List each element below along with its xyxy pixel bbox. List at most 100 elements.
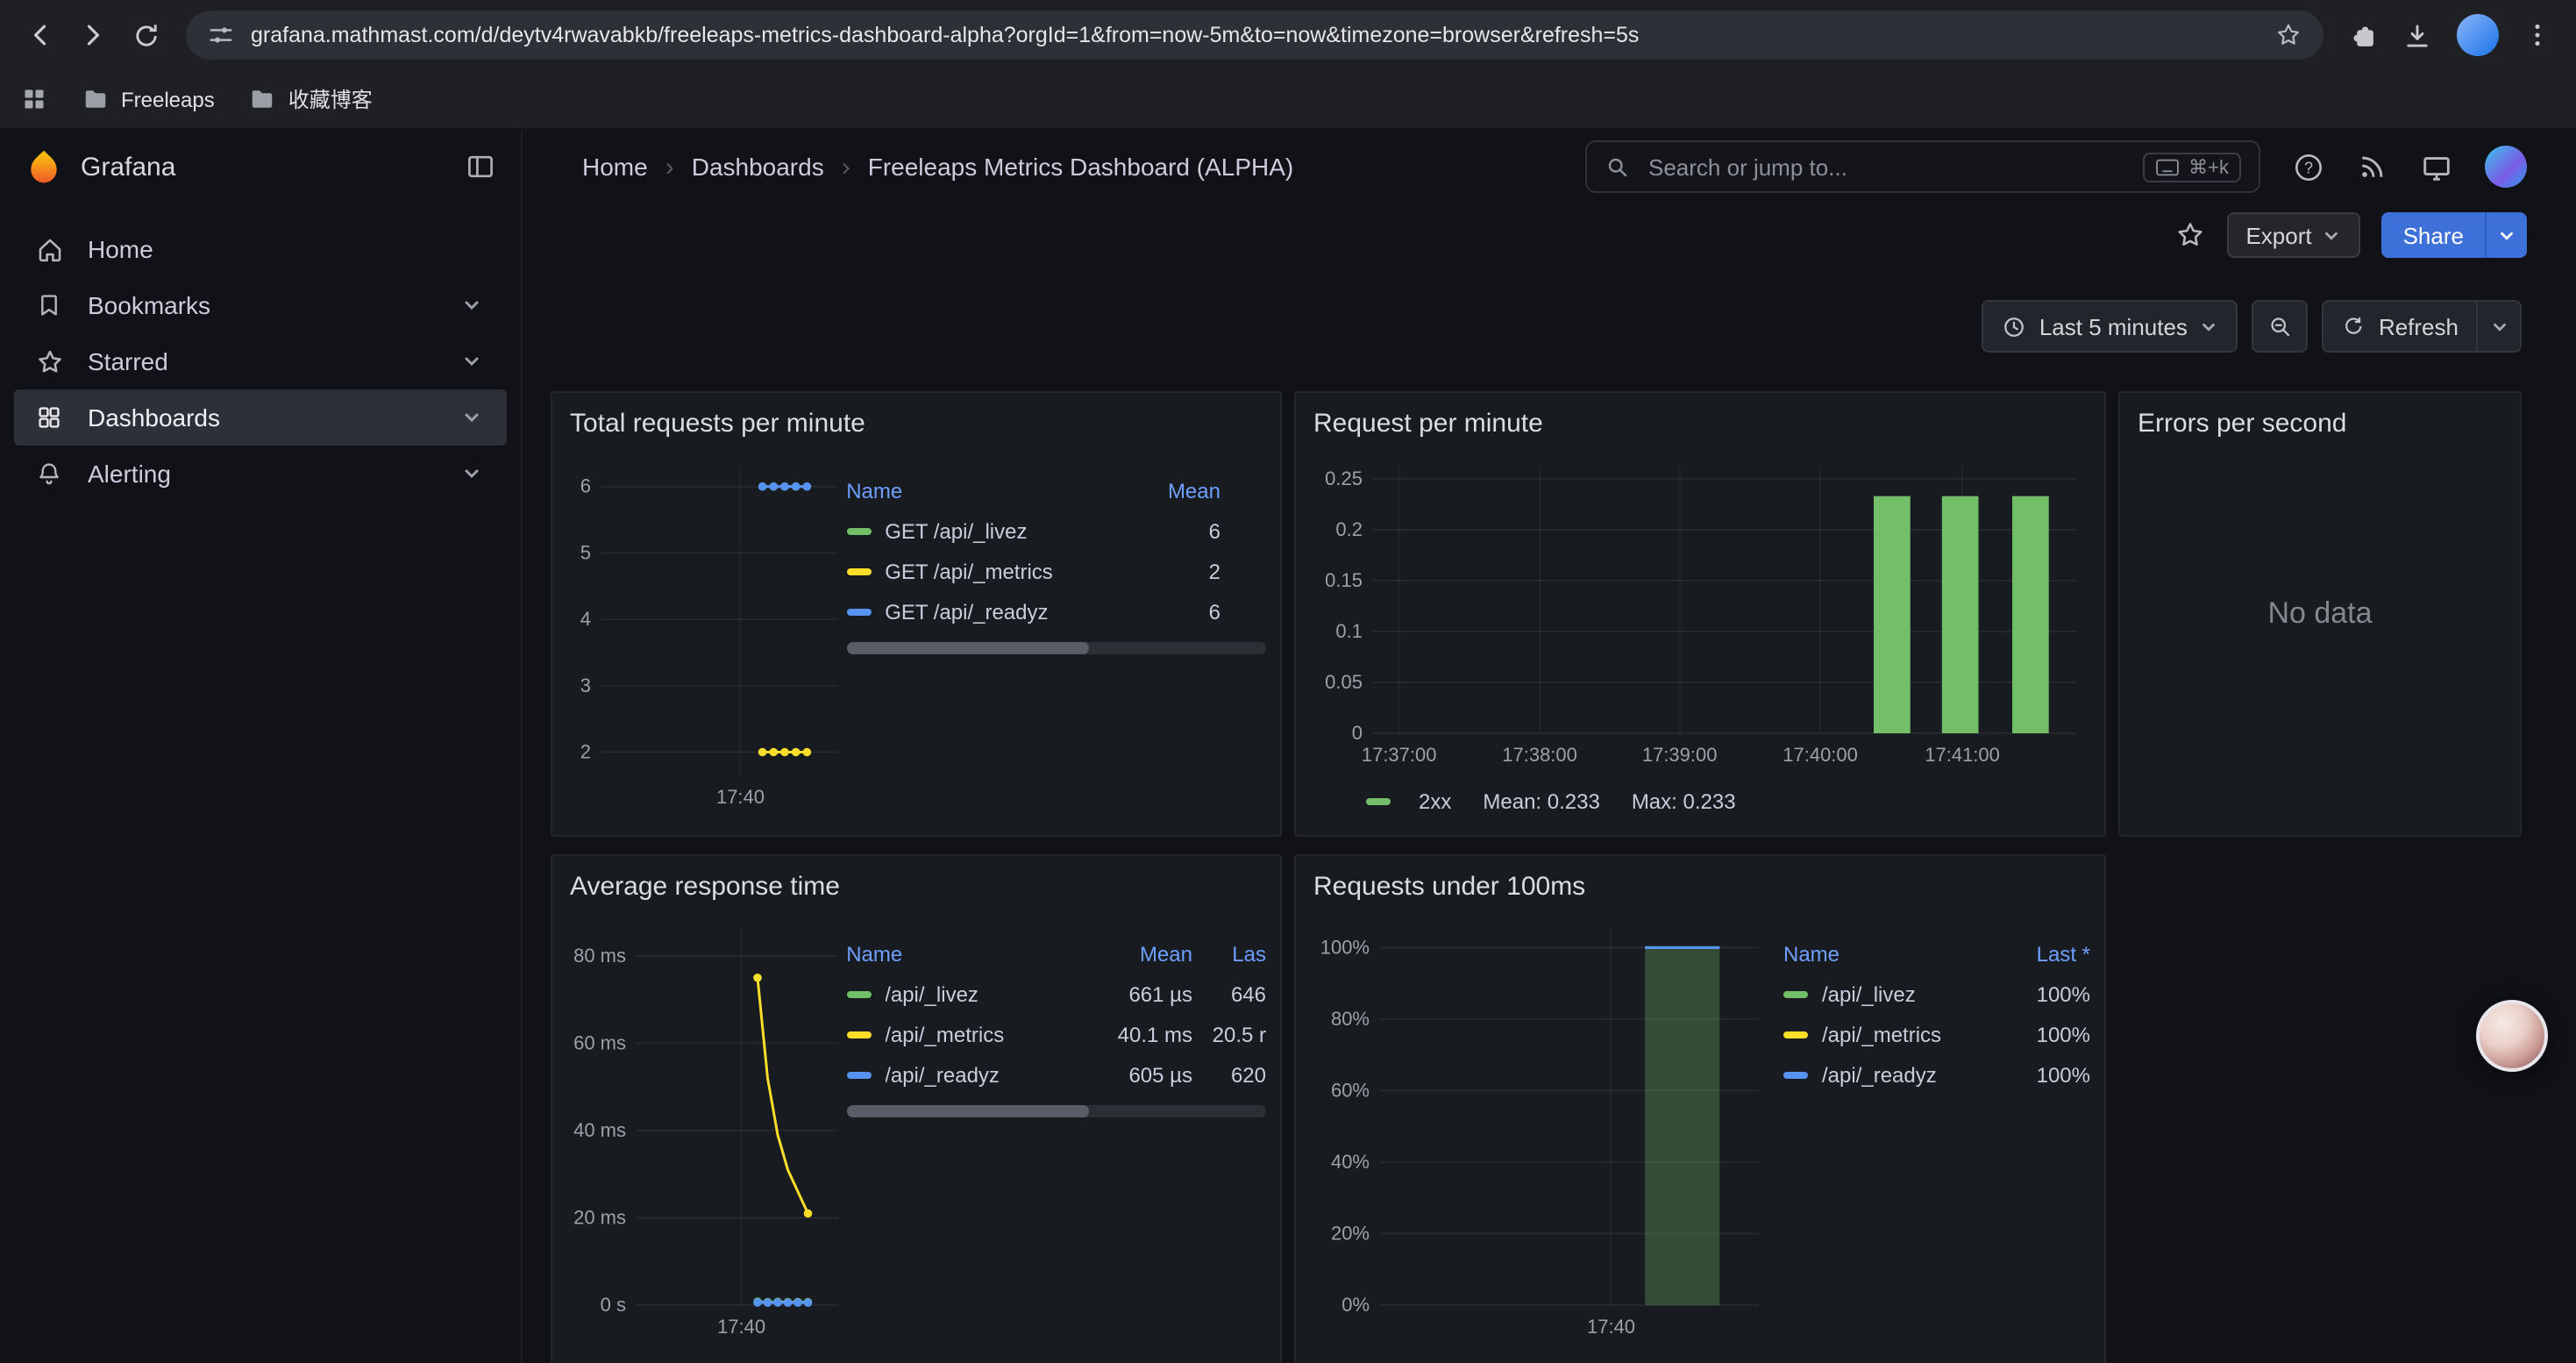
legend-row[interactable]: /api/_readyz100% [1783,1054,2090,1095]
legend-column-header[interactable]: Name [1783,941,1839,966]
bookmark-icon [32,288,67,323]
legend-table: Name MeanLas/api/_livez661 µs646/api/_met… [846,933,1266,1117]
back-button[interactable] [14,9,67,61]
svg-text:0.2: 0.2 [1335,518,1363,540]
sidebar-item-label: Bookmarks [88,291,210,319]
extensions-icon[interactable] [2348,20,2378,50]
legend-scrollbar[interactable] [846,1105,1266,1117]
sidebar-item-bookmarks[interactable]: Bookmarks [14,277,507,333]
series-color-swatch [1783,1031,1808,1038]
chevron-down-icon[interactable] [461,463,482,484]
legend-column-header[interactable]: Mean [1084,941,1192,966]
panel-title[interactable]: Request per minute [1296,393,2104,439]
series-name: /api/_readyz [885,1062,1000,1087]
legend-column-header[interactable]: Name [846,478,902,503]
url-bar[interactable]: grafana.mathmast.com/d/deytv4rwavabkb/fr… [186,11,2323,60]
time-range-picker[interactable]: Last 5 minutes [1982,300,2238,353]
legend-value: 100% [1989,1022,2090,1046]
bell-icon [32,456,67,491]
breadcrumb-item[interactable]: Home [582,153,648,181]
svg-text:6: 6 [580,475,591,497]
bookmark-item[interactable]: Freeleaps [82,84,215,114]
legend-row[interactable]: /api/_readyz605 µs620 [846,1054,1266,1095]
browser-window: grafana.mathmast.com/d/deytv4rwavabkb/fr… [0,0,2576,1363]
search-input[interactable]: ⌘+k [1585,140,2260,193]
zoom-out-button[interactable] [2252,300,2309,353]
series-name: /api/_livez [1822,981,1916,1006]
browser-menu-icon[interactable] [2523,21,2551,49]
chevron-down-icon[interactable] [461,407,482,428]
timeseries-chart[interactable]: 2345617:40 [566,453,846,821]
site-info-icon[interactable] [207,21,235,49]
svg-text:17:40:00: 17:40:00 [1783,744,1858,766]
bar-chart[interactable]: 0%20%40%60%80%100%17:40 [1310,916,1773,1354]
sidebar-item-label: Starred [88,347,168,375]
legend-row[interactable]: GET /api/_metrics2 [846,551,1266,591]
share-menu-button[interactable] [2485,212,2527,258]
legend-row[interactable]: GET /api/_readyz6 [846,591,1266,632]
legend-header: Name Mean [846,470,1266,510]
forward-button[interactable] [67,9,119,61]
browser-profile-avatar[interactable] [2457,14,2499,56]
sidebar: Grafana HomeBookmarksStarredDashboardsAl… [0,130,523,1363]
help-icon[interactable]: ? [2292,150,2325,183]
chevron-down-icon[interactable] [461,351,482,372]
dashboard-toolbar: Export Share [523,203,2576,267]
bookmark-item[interactable]: 收藏博客 [250,84,373,114]
bar-chart[interactable]: 00.050.10.150.20.2517:37:0017:38:0017:39… [1310,453,2090,782]
legend-row[interactable]: /api/_metrics100% [1783,1014,2090,1054]
sidebar-item-starred[interactable]: Starred [14,333,507,389]
sidebar-item-home[interactable]: Home [14,221,507,277]
legend-value: 2 [1124,559,1220,583]
folder-icon [82,86,109,112]
bookmarks-bar: Freeleaps 收藏博客 [0,70,2576,128]
search-field[interactable] [1645,152,2129,182]
assistant-avatar[interactable] [2476,1000,2548,1072]
series-color-swatch [1783,990,1808,997]
grafana-logo[interactable] [25,147,63,186]
bookmark-label: Freeleaps [121,87,215,111]
chevron-down-icon[interactable] [461,295,482,316]
share-button[interactable]: Share [2382,212,2485,258]
legend-row[interactable]: /api/_livez661 µs646 [846,974,1266,1014]
legend-column-header[interactable]: Las [1192,941,1266,966]
search-icon [1605,153,1631,180]
legend-scrollbar[interactable] [846,642,1266,654]
svg-text:40%: 40% [1331,1151,1370,1173]
apps-grid-icon[interactable] [21,86,47,112]
legend-column-header[interactable]: Name [846,941,902,966]
legend-row[interactable]: /api/_livez100% [1783,974,2090,1014]
panel-title[interactable]: Requests under 100ms [1296,856,2104,902]
refresh-button[interactable]: Refresh [2323,300,2478,353]
sidebar-item-alerting[interactable]: Alerting [14,446,507,502]
legend-column-header[interactable]: Mean [1124,478,1220,503]
export-button[interactable]: Export [2226,212,2360,258]
legend-series-name[interactable]: 2xx [1419,789,1451,814]
profile-avatar[interactable] [2485,146,2527,188]
scrollbar-thumb[interactable] [846,642,1090,654]
downloads-icon[interactable] [2402,20,2432,50]
reload-button[interactable] [119,9,172,61]
legend-column-header[interactable]: Last * [1989,941,2090,966]
svg-text:17:40: 17:40 [1587,1316,1635,1338]
browser-toolbar: grafana.mathmast.com/d/deytv4rwavabkb/fr… [0,0,2576,70]
breadcrumb-separator: › [842,152,850,182]
sidebar-item-dashboards[interactable]: Dashboards [14,389,507,446]
scrollbar-thumb[interactable] [846,1105,1090,1117]
panel-title[interactable]: Total requests per minute [552,393,1280,439]
series-color-swatch [846,567,871,574]
bookmark-star-icon[interactable] [2274,21,2302,49]
clock-icon [2001,313,2027,339]
svg-text:0.25: 0.25 [1325,467,1363,489]
kiosk-mode-icon[interactable] [2420,150,2453,183]
collapse-sidebar-icon[interactable] [465,151,496,182]
favorite-star-icon[interactable] [2174,219,2205,251]
legend-row[interactable]: GET /api/_livez6 [846,510,1266,551]
legend-row[interactable]: /api/_metrics40.1 ms20.5 r [846,1014,1266,1054]
breadcrumb-item[interactable]: Dashboards [692,153,824,181]
svg-text:17:40: 17:40 [717,1316,765,1338]
panel-title[interactable]: Average response time [552,856,1280,902]
timeseries-chart[interactable]: 0 s20 ms40 ms60 ms80 ms17:40 [566,916,846,1354]
refresh-interval-button[interactable] [2476,300,2522,353]
news-icon[interactable] [2357,151,2388,182]
